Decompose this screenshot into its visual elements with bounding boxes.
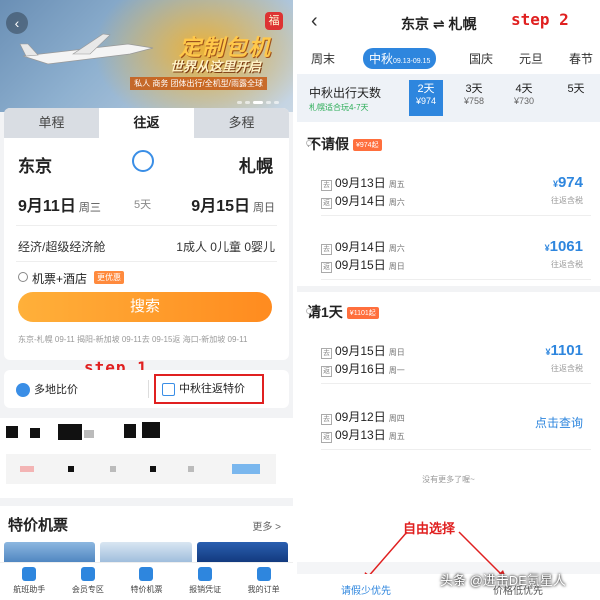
- watermark: 头条 @进击DE氪星人: [440, 573, 566, 588]
- day-option-5[interactable]: 5天: [559, 80, 593, 116]
- multi-city-compare[interactable]: 多地比价: [16, 381, 78, 398]
- tab-new-year[interactable]: 元旦: [519, 50, 543, 67]
- banner-badge: 福: [265, 12, 283, 30]
- tab-round-trip[interactable]: 往返: [99, 108, 194, 138]
- price-note: 往返含税: [551, 364, 583, 373]
- to-city[interactable]: 札幌: [239, 152, 273, 177]
- yen-icon: [139, 567, 154, 581]
- price: ¥1061: [544, 238, 583, 255]
- cabin-row: 经济/超级经济舱 1成人 0儿童 0婴儿: [16, 226, 277, 262]
- sort-less-leave[interactable]: 请假少优先: [341, 582, 391, 597]
- price-note: 往返含税: [551, 260, 583, 269]
- query-link[interactable]: 点击查询: [535, 414, 583, 431]
- tab-multi-city[interactable]: 多程: [194, 108, 289, 138]
- tab-national-day[interactable]: 国庆: [469, 50, 493, 67]
- list-item[interactable]: 去 09月14日 周六 返 09月15日 周日 ¥1061 往返含税: [321, 234, 591, 280]
- nav-flight-assistant[interactable]: 航班助手: [0, 563, 59, 600]
- calendar-icon: [162, 382, 175, 396]
- hotel-option[interactable]: 机票+酒店 更优惠: [16, 262, 277, 292]
- tab-mid-autumn[interactable]: 中秋09.13-09.15: [363, 48, 437, 69]
- days-hint: 札幌适合玩4-7天: [309, 103, 369, 112]
- swap-icon[interactable]: [132, 150, 154, 172]
- banner-subtitle: 世界从这里开启: [169, 59, 261, 74]
- trip-duration: 5天: [134, 199, 152, 211]
- section-title: 特价机票: [8, 517, 69, 534]
- step2-annotation: step 2: [511, 10, 569, 29]
- flight-search-card: 单程 往返 多程 东京 札幌 9月11日 周三 5天 9月15日 周日 经济/超级经…: [4, 108, 289, 360]
- nav-receipt[interactable]: 报销凭证: [176, 563, 235, 600]
- more-link[interactable]: 更多 >: [252, 518, 281, 533]
- cabin-class[interactable]: 经济/超级经济舱: [18, 238, 105, 255]
- radio-button[interactable]: [18, 272, 28, 282]
- list-item[interactable]: 去 09月15日 周日 返 09月16日 周一 ¥1101 往返含税: [321, 338, 591, 384]
- trip-days-selector: 中秋出行天数 札幌适合玩4-7天 2天 ¥974 3天 ¥758 4天 ¥730 5天: [297, 74, 600, 122]
- globe-icon: [16, 383, 30, 398]
- list-item[interactable]: 去 09月13日 周五 返 09月14日 周六 ¥974 往返含税: [321, 170, 591, 216]
- return-date[interactable]: 9月15日 周日: [191, 192, 275, 216]
- festival-deal-screen: ‹ 东京 ⇌ 札幌 step 2 周末 中秋09.13-09.15 国庆 元旦 …: [297, 0, 600, 600]
- monitor-icon: [22, 567, 37, 581]
- day-option-4[interactable]: 4天 ¥730: [507, 80, 541, 116]
- price: ¥974: [552, 174, 583, 191]
- group-one-day-leave: 请1天 ¥1101起: [307, 302, 379, 322]
- search-history[interactable]: 东京-札幌 09-11 揭阳-新加坡 09-11去 09-15返 海口-新加坡 …: [18, 334, 247, 345]
- from-city[interactable]: 东京: [18, 152, 52, 177]
- date-row: 9月11日 周三 5天 9月15日 周日: [16, 182, 277, 226]
- back-arrow-icon[interactable]: ‹: [311, 10, 318, 33]
- receipt-icon: [198, 567, 213, 581]
- list-item[interactable]: 去 09月12日 周四 返 09月13日 周五 点击查询: [321, 404, 591, 450]
- depart-date[interactable]: 9月11日 周三: [18, 192, 101, 216]
- banner-tags: 私人 商务 团体出行/全机型/雨露全球: [130, 77, 267, 90]
- pixelated-area: [0, 418, 293, 498]
- hotel-option-label: 机票+酒店: [32, 272, 88, 286]
- tab-one-way[interactable]: 单程: [4, 108, 99, 138]
- price: ¥1101: [545, 342, 583, 359]
- home-screen: ‹ 福 定制包机 世界从这里开启 私人 商务 团体出行/全机型/雨露全球 单程 …: [0, 0, 293, 600]
- nav-member[interactable]: 会员专区: [59, 563, 118, 600]
- passenger-count[interactable]: 1成人 0儿童 0婴儿: [176, 238, 275, 255]
- back-button[interactable]: ‹: [6, 12, 28, 34]
- tab-spring-festival[interactable]: 春节: [569, 50, 593, 67]
- top-bar: ‹ 东京 ⇌ 札幌 step 2: [297, 0, 600, 44]
- carousel-dots: [237, 101, 279, 104]
- price-note: 往返含税: [551, 196, 583, 205]
- tab-weekend[interactable]: 周末: [311, 50, 335, 67]
- group-no-leave: 不请假 ¥974起: [307, 134, 382, 154]
- route-title[interactable]: 东京 ⇌ 札幌: [401, 14, 477, 34]
- date-options-list: 不请假 ¥974起 去 09月13日 周五 返 09月14日 周六 ¥974 往返含税 去…: [297, 122, 600, 562]
- quick-entry-bar: 多地比价 中秋往返特价: [4, 370, 289, 408]
- search-button[interactable]: 搜索: [18, 292, 272, 322]
- nav-orders[interactable]: 我的订单: [234, 563, 293, 600]
- holiday-tabs: 周末 中秋09.13-09.15 国庆 元旦 春节: [297, 44, 600, 74]
- trip-type-tabs: 单程 往返 多程: [4, 108, 289, 138]
- free-choice-annotation: 自由选择: [403, 521, 456, 536]
- discount-tag: 更优惠: [94, 271, 124, 284]
- day-option-2[interactable]: 2天 ¥974: [409, 80, 443, 116]
- bottom-nav: 航班助手 会员专区 特价机票 报销凭证 我的订单: [0, 562, 293, 600]
- diamond-icon: [80, 567, 95, 581]
- festival-deal-button[interactable]: 中秋往返特价: [154, 374, 264, 404]
- charter-banner[interactable]: ‹ 福 定制包机 世界从这里开启 私人 商务 团体出行/全机型/雨露全球: [0, 0, 293, 112]
- day-option-3[interactable]: 3天 ¥758: [457, 80, 491, 116]
- jet-icon: [19, 33, 154, 65]
- orders-icon: [256, 567, 271, 581]
- end-of-list: 没有更多了喔~: [422, 475, 475, 484]
- days-label: 中秋出行天数: [309, 86, 382, 100]
- nav-deals[interactable]: 特价机票: [117, 563, 176, 600]
- route-row: 东京 札幌: [4, 138, 289, 182]
